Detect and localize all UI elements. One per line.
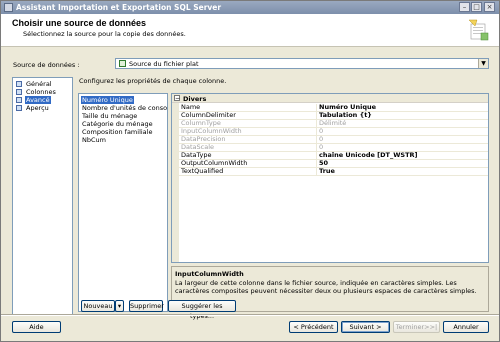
page-title: Choisir une source de données	[12, 18, 147, 28]
property-value: 0	[319, 144, 324, 151]
list-item[interactable]: Composition familiale	[81, 128, 153, 136]
collapse-icon[interactable]: −	[174, 95, 180, 102]
description-text: La largeur de cette colonne dans le fich…	[175, 279, 477, 295]
new-dropdown-button[interactable]: ▾	[115, 300, 124, 312]
datasource-select[interactable]: Source du fichier plat ▼	[115, 58, 489, 69]
wizard-window: Assistant Importation et Exportation SQL…	[0, 0, 500, 342]
page-subtitle: Sélectionnez la source pour la copie des…	[23, 30, 186, 38]
grid-margin	[172, 103, 179, 262]
property-grid: − Divers Name Numéro Unique ColumnDelimi…	[171, 93, 489, 263]
column-list[interactable]: Numéro Unique Nombre d'unités de consomm…	[78, 93, 168, 312]
property-name: ColumnDelimiter	[180, 112, 317, 119]
divider	[1, 315, 499, 316]
suggest-types-button[interactable]: Suggérer les types...	[168, 300, 236, 320]
property-row[interactable]: ColumnDelimiter Tabulation {t}	[179, 112, 488, 120]
property-name: OutputColumnWidth	[180, 160, 317, 167]
flat-file-icon	[119, 60, 126, 67]
property-row[interactable]: DataType chaîne Unicode [DT_WSTR]	[179, 152, 488, 160]
nav-item-general[interactable]: Général	[16, 80, 53, 88]
title-bar: Assistant Importation et Exportation SQL…	[1, 1, 499, 14]
nav-item-label: Général	[26, 80, 52, 88]
property-category[interactable]: − Divers	[172, 94, 488, 103]
finish-button[interactable]: Terminer>>|	[393, 321, 440, 333]
columns-icon	[16, 89, 22, 95]
new-button[interactable]: Nouveau	[81, 300, 115, 312]
advanced-icon	[16, 97, 22, 103]
nav-item-advanced[interactable]: Avancé	[16, 96, 51, 104]
property-value[interactable]: chaîne Unicode [DT_WSTR]	[319, 152, 487, 159]
nav-item-label: Avancé	[25, 96, 51, 104]
minimize-button[interactable]: –	[459, 2, 470, 12]
page-nav: Général Colonnes Avancé Aperçu	[12, 77, 73, 316]
preview-icon	[16, 105, 22, 111]
datasource-label: Source de données :	[13, 61, 80, 69]
nav-item-label: Colonnes	[26, 88, 56, 96]
property-row[interactable]: TextQualified True	[179, 168, 488, 176]
app-icon	[4, 3, 13, 12]
property-value[interactable]: Tabulation {t}	[319, 112, 487, 119]
chevron-down-icon[interactable]: ▼	[478, 59, 488, 68]
datasource-value: Source du fichier plat	[129, 60, 199, 68]
property-name: DataPrecision	[180, 136, 317, 143]
list-item[interactable]: Catégorie du ménage	[81, 120, 154, 128]
wizard-banner-icon	[468, 19, 489, 41]
property-name: ColumnType	[180, 120, 317, 127]
close-button[interactable]: ×	[484, 2, 495, 12]
nav-item-preview[interactable]: Aperçu	[16, 104, 50, 112]
property-name: TextQualified	[180, 168, 317, 175]
property-name: InputColumnWidth	[180, 128, 317, 135]
list-item[interactable]: NbCum	[81, 136, 107, 144]
page-header: Choisir une source de données Sélectionn…	[1, 14, 499, 47]
property-value[interactable]: 50	[319, 160, 487, 167]
property-row[interactable]: OutputColumnWidth 50	[179, 160, 488, 168]
instruction-text: Configurez les propriétés de chaque colo…	[79, 77, 227, 85]
help-button[interactable]: Aide	[12, 321, 61, 333]
window-title: Assistant Importation et Exportation SQL…	[16, 3, 222, 12]
general-icon	[16, 81, 22, 87]
next-button[interactable]: Suivant >	[341, 321, 390, 333]
property-value: Délimité	[319, 120, 347, 127]
property-value[interactable]: True	[319, 168, 487, 175]
previous-button[interactable]: < Précédent	[289, 321, 338, 333]
property-value: 0	[319, 128, 324, 135]
cancel-button[interactable]: Annuler	[443, 321, 489, 333]
property-name: Name	[180, 104, 317, 111]
nav-item-columns[interactable]: Colonnes	[16, 88, 57, 96]
property-name: DataType	[180, 152, 317, 159]
description-title: InputColumnWidth	[175, 270, 244, 278]
category-label: Divers	[183, 95, 207, 103]
property-name: DataScale	[180, 144, 317, 151]
property-row: InputColumnWidth 0	[179, 128, 488, 136]
property-row: ColumnType Délimité	[179, 120, 488, 128]
property-row[interactable]: Name Numéro Unique	[179, 104, 488, 112]
list-item[interactable]: Nombre d'unités de consommation	[81, 104, 167, 112]
delete-button[interactable]: Supprimer	[129, 300, 164, 312]
property-row: DataScale 0	[179, 144, 488, 152]
maximize-button[interactable]: □	[471, 2, 482, 12]
nav-item-label: Aperçu	[26, 104, 49, 112]
list-item[interactable]: Numéro Unique	[81, 96, 134, 104]
property-row: DataPrecision 0	[179, 136, 488, 144]
list-item[interactable]: Taille du ménage	[81, 112, 138, 120]
property-value: 0	[319, 136, 324, 143]
property-value[interactable]: Numéro Unique	[319, 104, 487, 111]
